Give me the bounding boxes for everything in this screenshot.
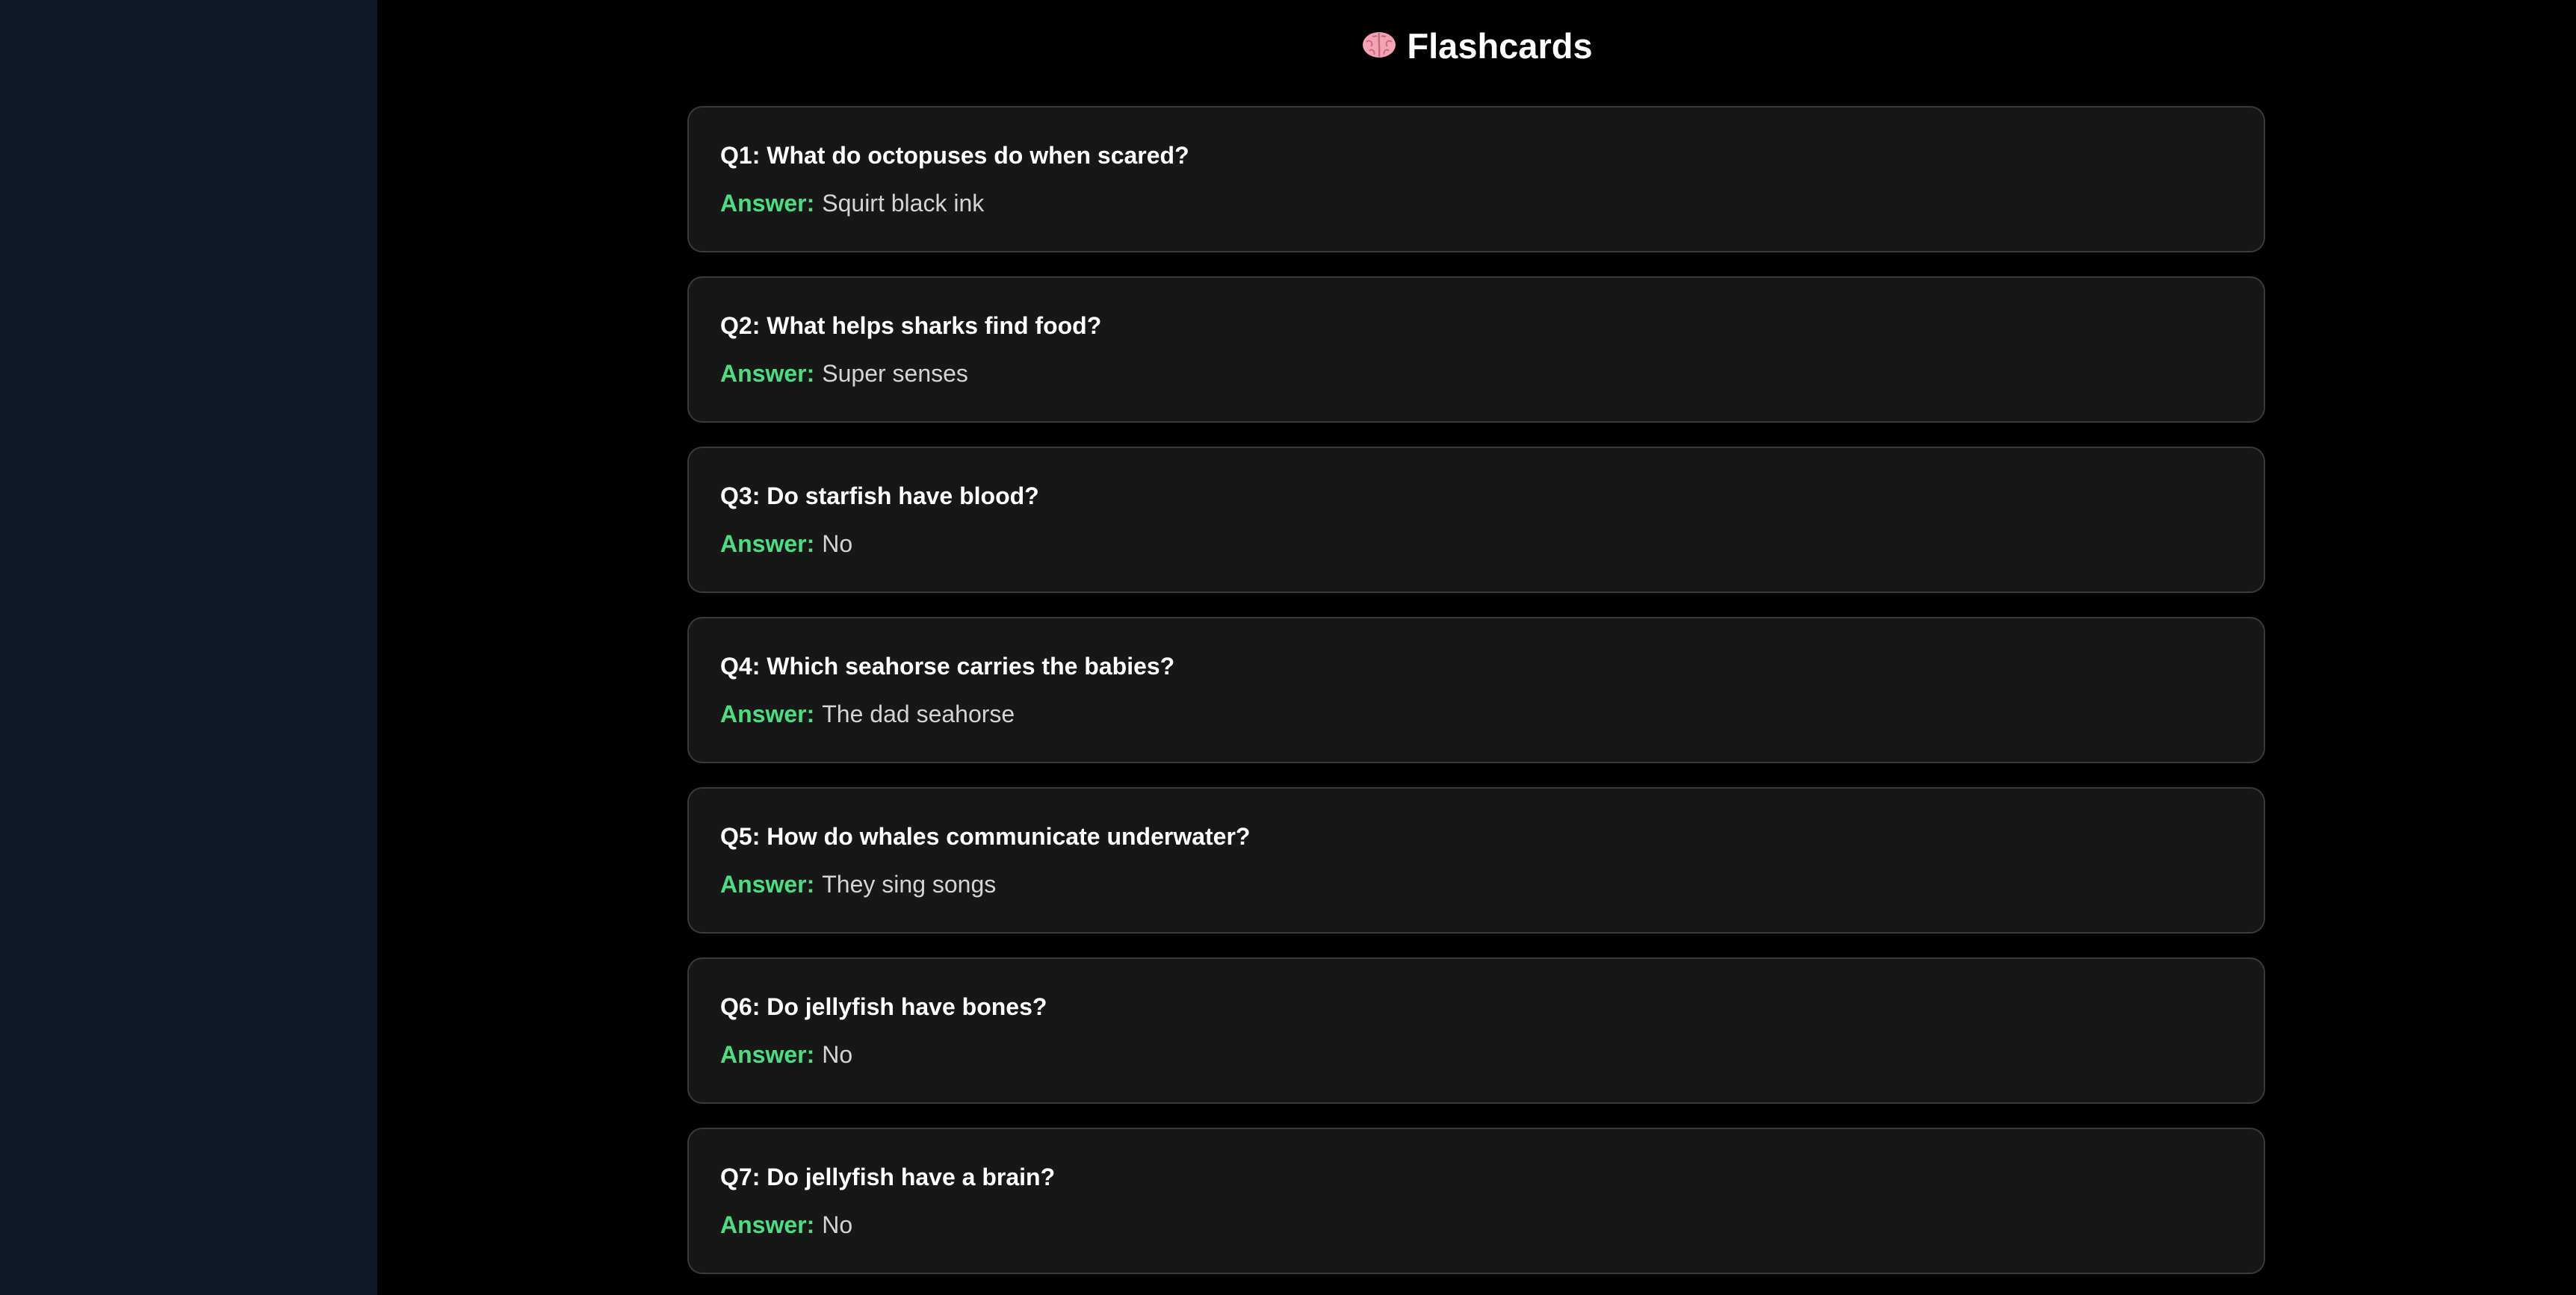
flashcard-answer: Answer: No bbox=[720, 1040, 2264, 1069]
flashcard-question: Q3: Do starfish have blood? bbox=[720, 482, 1039, 509]
answer-text: The dad seahorse bbox=[822, 701, 1015, 727]
flashcard-answer: Answer: No bbox=[720, 1210, 2264, 1240]
main-content: Flashcards Q1: What do octopuses do when… bbox=[377, 0, 2576, 1295]
flashcard[interactable]: Q7: Do jellyfish have a brain? Answer: No bbox=[687, 1128, 2265, 1274]
page-title: Flashcards bbox=[377, 21, 2576, 72]
app-window: Flashcards Q1: What do octopuses do when… bbox=[0, 0, 2576, 1295]
flashcard[interactable]: Q2: What helps sharks find food? Answer:… bbox=[687, 276, 2265, 423]
answer-label: Answer: bbox=[720, 871, 815, 898]
flashcard-answer: Answer: The dad seahorse bbox=[720, 699, 2264, 729]
flashcard[interactable]: Q5: How do whales communicate underwater… bbox=[687, 787, 2265, 934]
flashcard-question: Q4: Which seahorse carries the babies? bbox=[720, 653, 1175, 680]
answer-text: Squirt black ink bbox=[822, 190, 985, 217]
flashcard-question: Q1: What do octopuses do when scared? bbox=[720, 142, 1189, 169]
brain-icon bbox=[1363, 32, 1396, 58]
flashcard[interactable]: Q3: Do starfish have blood? Answer: No bbox=[687, 447, 2265, 593]
flashcard-answer: Answer: No bbox=[720, 529, 2264, 559]
answer-text: No bbox=[822, 1211, 853, 1238]
answer-text: No bbox=[822, 1041, 853, 1068]
sidebar bbox=[0, 0, 377, 1295]
answer-label: Answer: bbox=[720, 1211, 815, 1238]
answer-text: No bbox=[822, 530, 853, 557]
flashcard-answer: Answer: They sing songs bbox=[720, 869, 2264, 899]
answer-label: Answer: bbox=[720, 701, 815, 727]
flashcard-question: Q2: What helps sharks find food? bbox=[720, 312, 1102, 339]
flashcard[interactable]: Q1: What do octopuses do when scared? An… bbox=[687, 106, 2265, 252]
flashcard-answer: Answer: Super senses bbox=[720, 358, 2264, 388]
answer-label: Answer: bbox=[720, 190, 815, 217]
answer-label: Answer: bbox=[720, 530, 815, 557]
flashcard-question: Q6: Do jellyfish have bones? bbox=[720, 993, 1047, 1020]
page-title-text: Flashcards bbox=[1407, 26, 1593, 66]
flashcard-answer: Answer: Squirt black ink bbox=[720, 188, 2264, 218]
flashcard[interactable]: Q4: Which seahorse carries the babies? A… bbox=[687, 617, 2265, 763]
answer-label: Answer: bbox=[720, 1041, 815, 1068]
answer-text: Super senses bbox=[822, 360, 968, 387]
flashcard-question: Q7: Do jellyfish have a brain? bbox=[720, 1164, 1056, 1190]
answer-text: They sing songs bbox=[822, 871, 997, 898]
flashcard[interactable]: Q6: Do jellyfish have bones? Answer: No bbox=[687, 957, 2265, 1104]
answer-label: Answer: bbox=[720, 360, 815, 387]
flashcard-question: Q5: How do whales communicate underwater… bbox=[720, 823, 1251, 850]
flashcard-list: Q1: What do octopuses do when scared? An… bbox=[687, 106, 2265, 1295]
